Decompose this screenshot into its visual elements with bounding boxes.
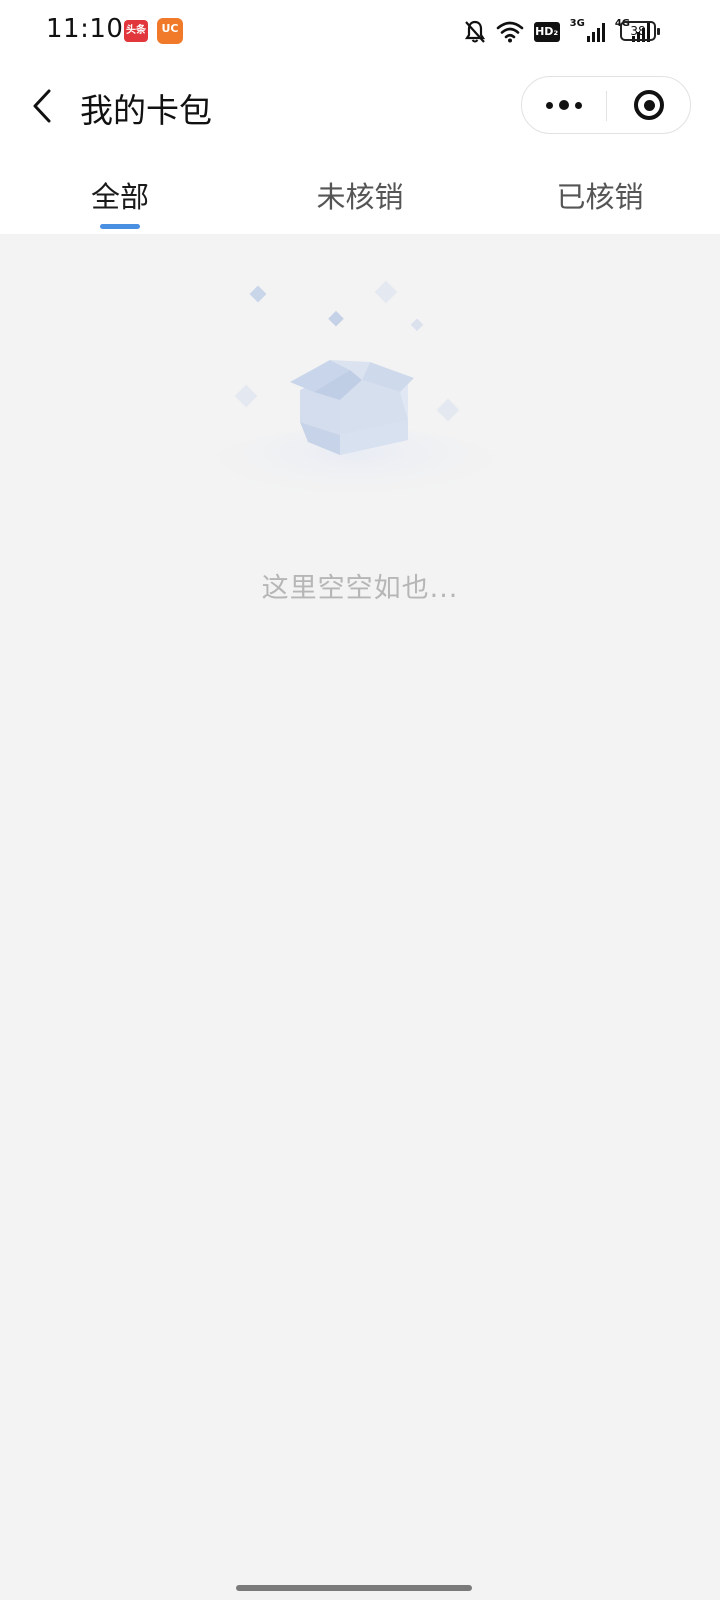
- battery-icon: 38: [620, 21, 660, 41]
- uc-browser-app-icon: UC: [157, 18, 183, 44]
- target-close-icon: [634, 90, 664, 120]
- tab-label: 全部: [90, 180, 149, 214]
- tab-all[interactable]: 全部: [0, 150, 240, 234]
- home-indicator[interactable]: [236, 1585, 472, 1591]
- more-dots-icon-center: [559, 100, 569, 110]
- wifi-icon: [496, 21, 523, 43]
- more-dots-icon-right: [575, 101, 582, 109]
- tab-redeemed[interactable]: 已核销: [480, 150, 720, 234]
- tab-unredeemed[interactable]: 未核销: [240, 150, 480, 234]
- page-title: 我的卡包: [80, 91, 212, 130]
- chevron-left-icon: [33, 89, 51, 123]
- nav-bar: 我的卡包: [0, 64, 720, 150]
- tab-bar: 全部 未核销 已核销: [0, 150, 720, 234]
- back-button[interactable]: [22, 82, 62, 130]
- tab-label: 已核销: [556, 180, 644, 214]
- close-miniprogram-button[interactable]: [607, 77, 691, 133]
- hd-icon: HD₂: [533, 22, 560, 42]
- mute-bell-icon: [464, 20, 485, 43]
- toutiao-app-icon: 头条: [124, 20, 148, 42]
- signal-3g-label: 3G: [569, 18, 585, 29]
- signal-3g-icon: [586, 22, 605, 42]
- empty-state-message: 这里空空如也...: [261, 573, 459, 604]
- miniprogram-capsule: [521, 76, 691, 134]
- more-dots-icon: [546, 101, 553, 109]
- active-tab-indicator: [100, 224, 140, 229]
- empty-box-illustration: [190, 270, 520, 512]
- more-button[interactable]: [522, 77, 606, 133]
- status-time: 11:10: [46, 14, 124, 44]
- status-bar: 11:10 头条 UC HD₂ 3G 4G 38: [0, 0, 720, 64]
- tab-label: 未核销: [316, 180, 404, 214]
